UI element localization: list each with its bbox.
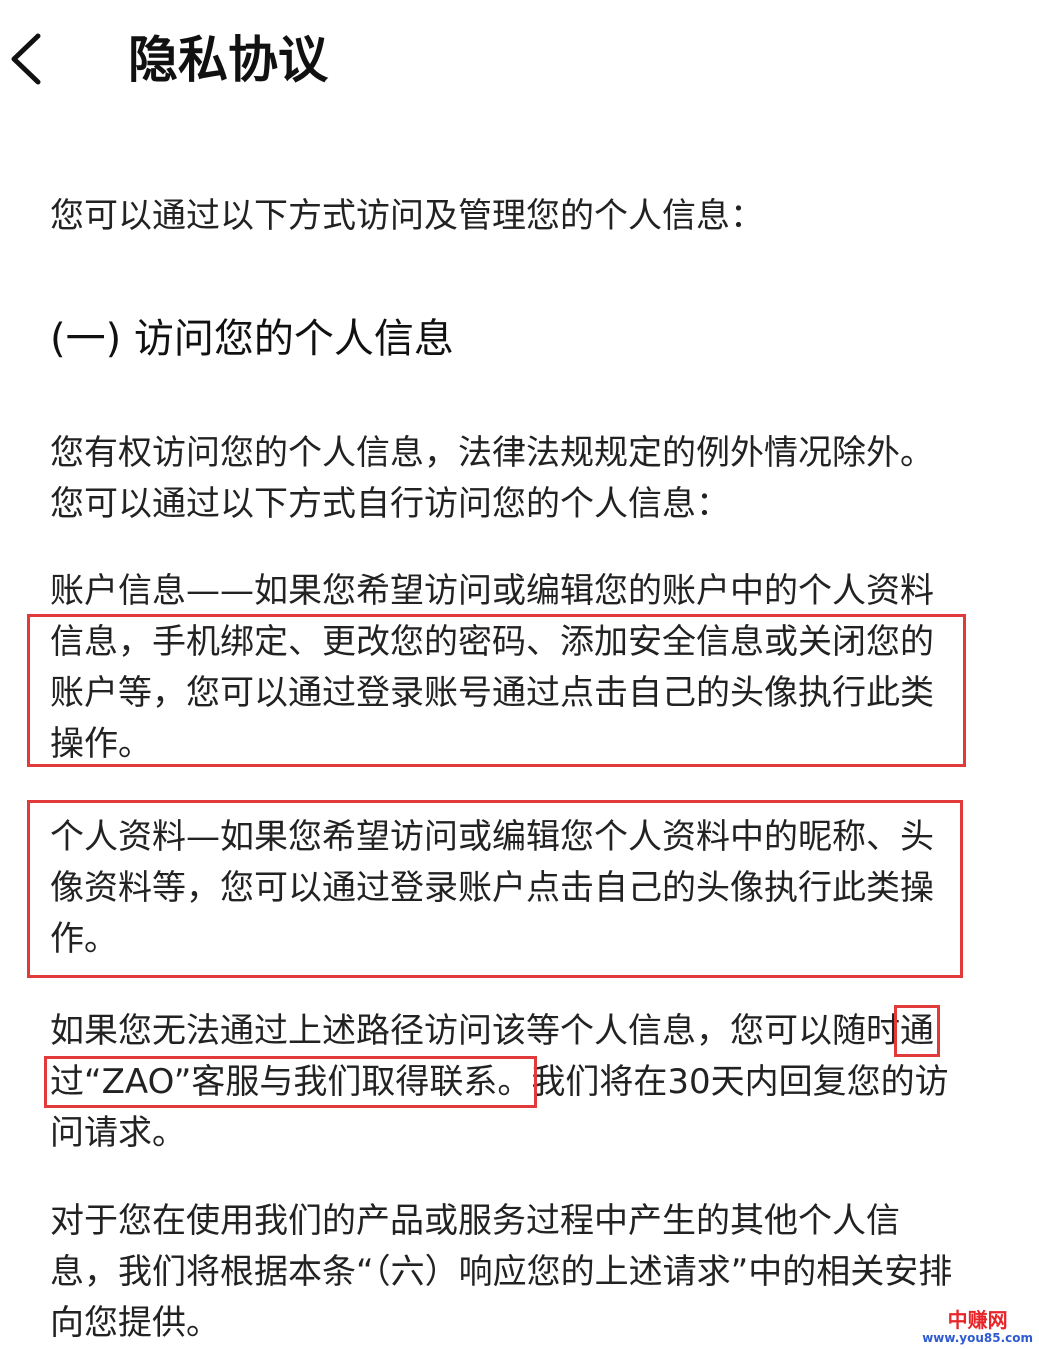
section-heading: (一) 访问您的个人信息 bbox=[50, 316, 454, 362]
paragraph-profile-info: 个人资料—如果您希望访问或编辑您个人资料中的昵称、头像资料等，您可以通过登录账户… bbox=[50, 817, 934, 959]
paragraph-other-info: 对于您在使用我们的产品或服务过程中产生的其他个人信息，我们将根据本条“（六）响应… bbox=[50, 1201, 953, 1343]
paragraph-account-info: 账户信息——如果您希望访问或编辑您的账户中的个人资料信息，手机绑定、更改您的密码… bbox=[50, 571, 934, 764]
paragraph-contact: 如果您无法通过上述路径访问该等个人信息，您可以随时通过“ZAO”客服与我们取得联… bbox=[44, 1005, 960, 1159]
paragraph-access-right: 您有权访问您的个人信息，法律法规规定的例外情况除外。您可以通过以下方式自行访问您… bbox=[50, 433, 934, 524]
page-title: 隐私协议 bbox=[128, 31, 328, 89]
back-button[interactable] bbox=[4, 30, 52, 88]
watermark: 中赚网 www.you85.com bbox=[922, 1310, 1033, 1344]
watermark-name: 中赚网 bbox=[947, 1308, 1008, 1332]
watermark-url: www.you85.com bbox=[922, 1331, 1033, 1345]
intro-text: 您可以通过以下方式访问及管理您的个人信息： bbox=[50, 196, 764, 236]
chevron-left-icon bbox=[11, 33, 41, 85]
contact-text-start: 如果您无法通过上述路径访问该等个人信息，您可以随时 bbox=[50, 1011, 900, 1051]
